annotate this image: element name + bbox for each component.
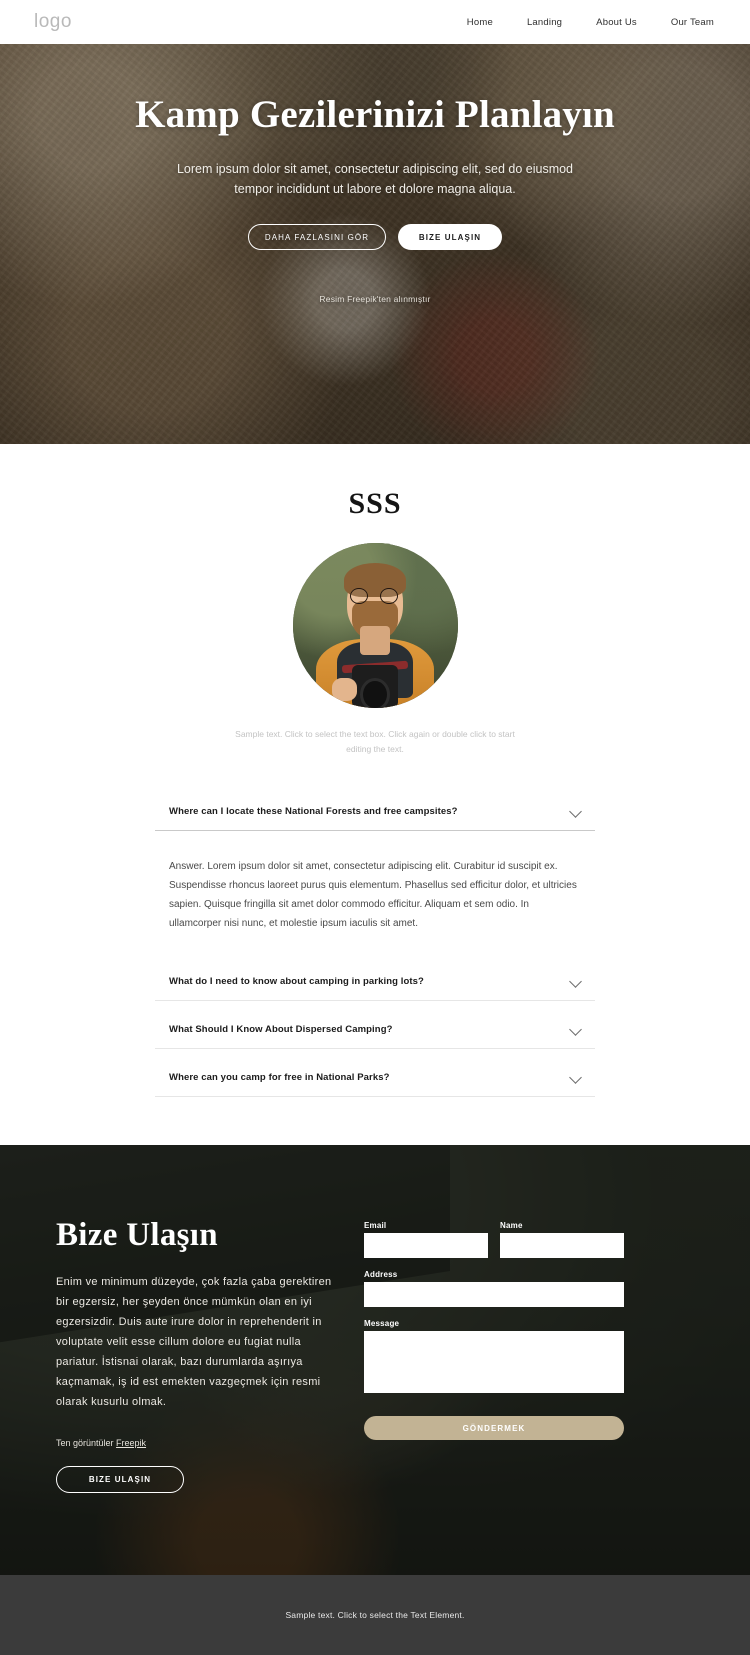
- avatar-glasses-right-icon: [379, 587, 399, 605]
- faq-question-text: What Should I Know About Dispersed Campi…: [169, 1024, 393, 1035]
- nav-item-home[interactable]: Home: [467, 17, 493, 28]
- faq-question-row[interactable]: What Should I Know About Dispersed Campi…: [155, 1001, 595, 1048]
- faq-question-text: What do I need to know about camping in …: [169, 976, 424, 987]
- name-input[interactable]: [500, 1233, 624, 1258]
- chevron-down-icon[interactable]: [570, 1071, 583, 1084]
- faq-title: SSS: [348, 487, 402, 520]
- site-footer: Sample text. Click to select the Text El…: [0, 1575, 750, 1655]
- chevron-down-icon[interactable]: [570, 805, 583, 818]
- address-field-group: Address: [364, 1270, 624, 1307]
- contact-description: Enim ve minimum düzeyde, çok fazla çaba …: [56, 1276, 332, 1408]
- hero-contact-button[interactable]: BIZE ULAŞIN: [398, 224, 502, 250]
- faq-question-text: Where can I locate these National Forest…: [169, 806, 458, 817]
- message-label: Message: [364, 1319, 400, 1328]
- hero-button-group: DAHA FAZLASINI GÖR BIZE ULAŞIN: [248, 224, 502, 250]
- faq-item: What Should I Know About Dispersed Campi…: [155, 1001, 595, 1049]
- submit-button[interactable]: GÖNDERMEK: [364, 1416, 624, 1440]
- name-label: Name: [500, 1221, 523, 1230]
- avatar-camera-lens: [360, 678, 390, 708]
- faq-question-row[interactable]: What do I need to know about camping in …: [155, 963, 595, 1000]
- form-row-email-name: Email Name: [364, 1221, 624, 1270]
- footer-text: Sample text. Click to select the Text El…: [285, 1610, 465, 1620]
- logo[interactable]: logo: [34, 11, 72, 33]
- chevron-down-icon[interactable]: [570, 975, 583, 988]
- nav-item-our-team[interactable]: Our Team: [671, 17, 714, 28]
- faq-section: SSS Sample text. Click to select the tex…: [0, 444, 750, 1145]
- message-field-group: Message: [364, 1319, 624, 1398]
- faq-item: What do I need to know about camping in …: [155, 963, 595, 1001]
- email-input[interactable]: [364, 1233, 488, 1258]
- contact-cta-button[interactable]: BIZE ULAŞIN: [56, 1466, 184, 1493]
- contact-section: Bize Ulaşın Enim ve minimum düzeyde, çok…: [0, 1145, 750, 1575]
- avatar: [292, 543, 458, 708]
- nav-item-about-us[interactable]: About Us: [596, 17, 637, 28]
- faq-item: Where can you camp for free in National …: [155, 1049, 595, 1097]
- contact-credit-prefix: Ten görüntüler: [56, 1438, 117, 1448]
- avatar-wrapper: [0, 543, 750, 708]
- faq-divider: [155, 1096, 595, 1097]
- avatar-caption: Sample text. Click to select the text bo…: [235, 729, 515, 754]
- message-input[interactable]: [364, 1331, 624, 1393]
- contact-title: Bize Ulaşın: [56, 1217, 218, 1253]
- chevron-down-icon[interactable]: [570, 1023, 583, 1036]
- contact-left-column: Bize Ulaşın Enim ve minimum düzeyde, çok…: [56, 1217, 346, 1493]
- faq-question-row[interactable]: Where can you camp for free in National …: [155, 1049, 595, 1096]
- email-field-group: Email: [364, 1221, 488, 1258]
- name-field-group: Name: [500, 1221, 624, 1258]
- faq-question-text: Where can you camp for free in National …: [169, 1072, 390, 1083]
- site-header: logo Home Landing About Us Our Team: [0, 0, 750, 44]
- freepik-link[interactable]: Freepik: [116, 1438, 146, 1448]
- faq-question-row[interactable]: Where can I locate these National Forest…: [155, 793, 595, 830]
- faq-list: Where can I locate these National Forest…: [155, 793, 595, 1097]
- email-label: Email: [364, 1221, 387, 1230]
- address-input[interactable]: [364, 1282, 624, 1307]
- hero-title: Kamp Gezilerinizi Planlayın: [135, 93, 615, 136]
- hero-image-credit: Resim Freepik'ten alınmıştır: [319, 294, 431, 304]
- contact-image-credit: Ten görüntüler Freepik: [56, 1438, 346, 1448]
- hero-learn-more-button[interactable]: DAHA FAZLASINI GÖR: [248, 224, 386, 250]
- contact-form: Email Name Address Message GÖNDERMEK: [364, 1217, 624, 1493]
- avatar-neck: [360, 625, 390, 656]
- main-nav: Home Landing About Us Our Team: [467, 17, 714, 28]
- hero-section: Kamp Gezilerinizi Planlayın Lorem ipsum …: [0, 44, 750, 444]
- address-label: Address: [364, 1270, 398, 1279]
- avatar-hand: [332, 678, 357, 702]
- nav-item-landing[interactable]: Landing: [527, 17, 562, 28]
- faq-item: Where can I locate these National Forest…: [155, 793, 595, 963]
- faq-answer-text: Answer. Lorem ipsum dolor sit amet, cons…: [169, 861, 577, 929]
- hero-subtitle: Lorem ipsum dolor sit amet, consectetur …: [176, 162, 574, 196]
